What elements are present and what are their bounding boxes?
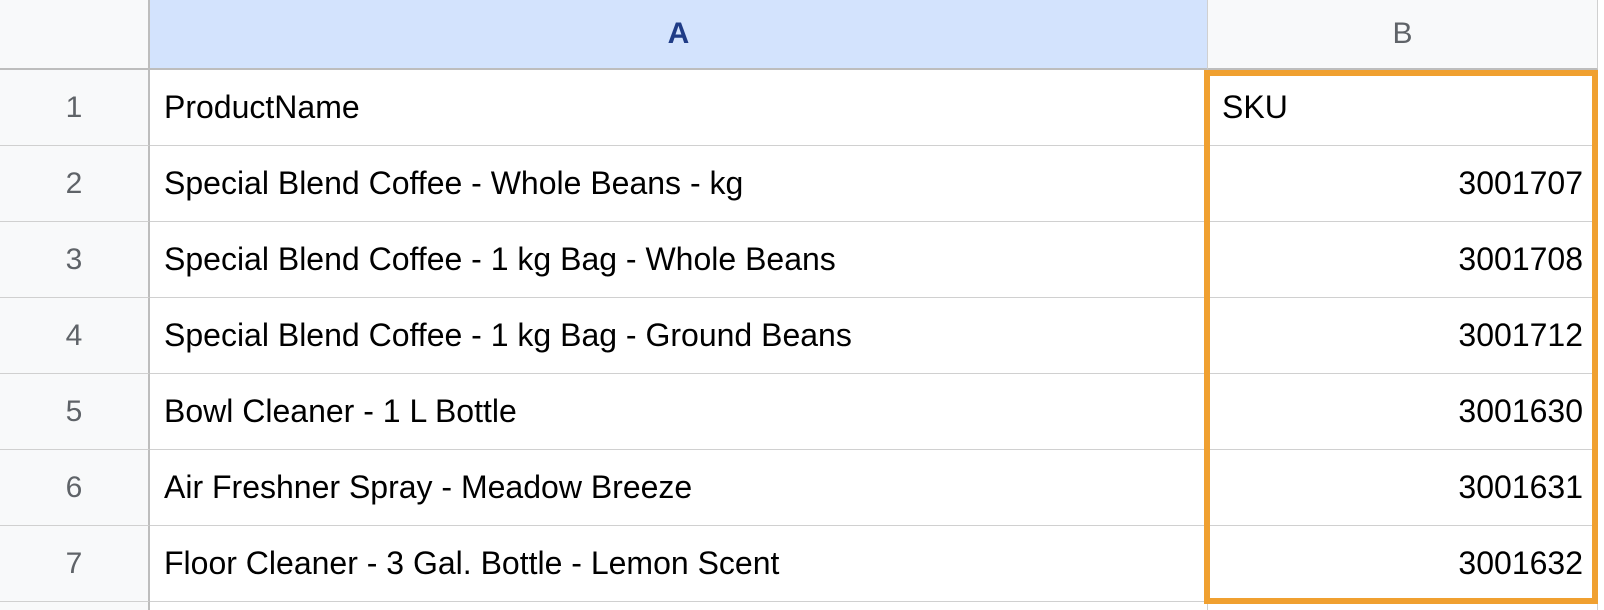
cell-b3[interactable]: 3001708 bbox=[1208, 222, 1598, 298]
cell-a3[interactable]: Special Blend Coffee - 1 kg Bag - Whole … bbox=[150, 222, 1208, 298]
row-header[interactable]: 7 bbox=[0, 526, 150, 602]
column-header-a[interactable]: A bbox=[150, 0, 1208, 70]
row-header[interactable]: 6 bbox=[0, 450, 150, 526]
spreadsheet-grid: A B 1 ProductName SKU 2 Special Blend Co… bbox=[0, 0, 1604, 610]
row-header[interactable]: 3 bbox=[0, 222, 150, 298]
row-header[interactable]: 5 bbox=[0, 374, 150, 450]
cell-b1[interactable]: SKU bbox=[1208, 70, 1598, 146]
cell-edge bbox=[150, 602, 1208, 610]
cell-a6[interactable]: Air Freshner Spray - Meadow Breeze bbox=[150, 450, 1208, 526]
select-all-corner[interactable] bbox=[0, 0, 150, 70]
row-header-edge bbox=[0, 602, 150, 610]
cell-a1[interactable]: ProductName bbox=[150, 70, 1208, 146]
cell-edge bbox=[1208, 602, 1598, 610]
cell-b2[interactable]: 3001707 bbox=[1208, 146, 1598, 222]
cell-b5[interactable]: 3001630 bbox=[1208, 374, 1598, 450]
cell-b7[interactable]: 3001632 bbox=[1208, 526, 1598, 602]
row-header[interactable]: 2 bbox=[0, 146, 150, 222]
cell-a7[interactable]: Floor Cleaner - 3 Gal. Bottle - Lemon Sc… bbox=[150, 526, 1208, 602]
row-header[interactable]: 4 bbox=[0, 298, 150, 374]
cell-a4[interactable]: Special Blend Coffee - 1 kg Bag - Ground… bbox=[150, 298, 1208, 374]
column-header-b[interactable]: B bbox=[1208, 0, 1598, 70]
cell-b4[interactable]: 3001712 bbox=[1208, 298, 1598, 374]
cell-b6[interactable]: 3001631 bbox=[1208, 450, 1598, 526]
cell-a5[interactable]: Bowl Cleaner - 1 L Bottle bbox=[150, 374, 1208, 450]
row-header[interactable]: 1 bbox=[0, 70, 150, 146]
cell-a2[interactable]: Special Blend Coffee - Whole Beans - kg bbox=[150, 146, 1208, 222]
